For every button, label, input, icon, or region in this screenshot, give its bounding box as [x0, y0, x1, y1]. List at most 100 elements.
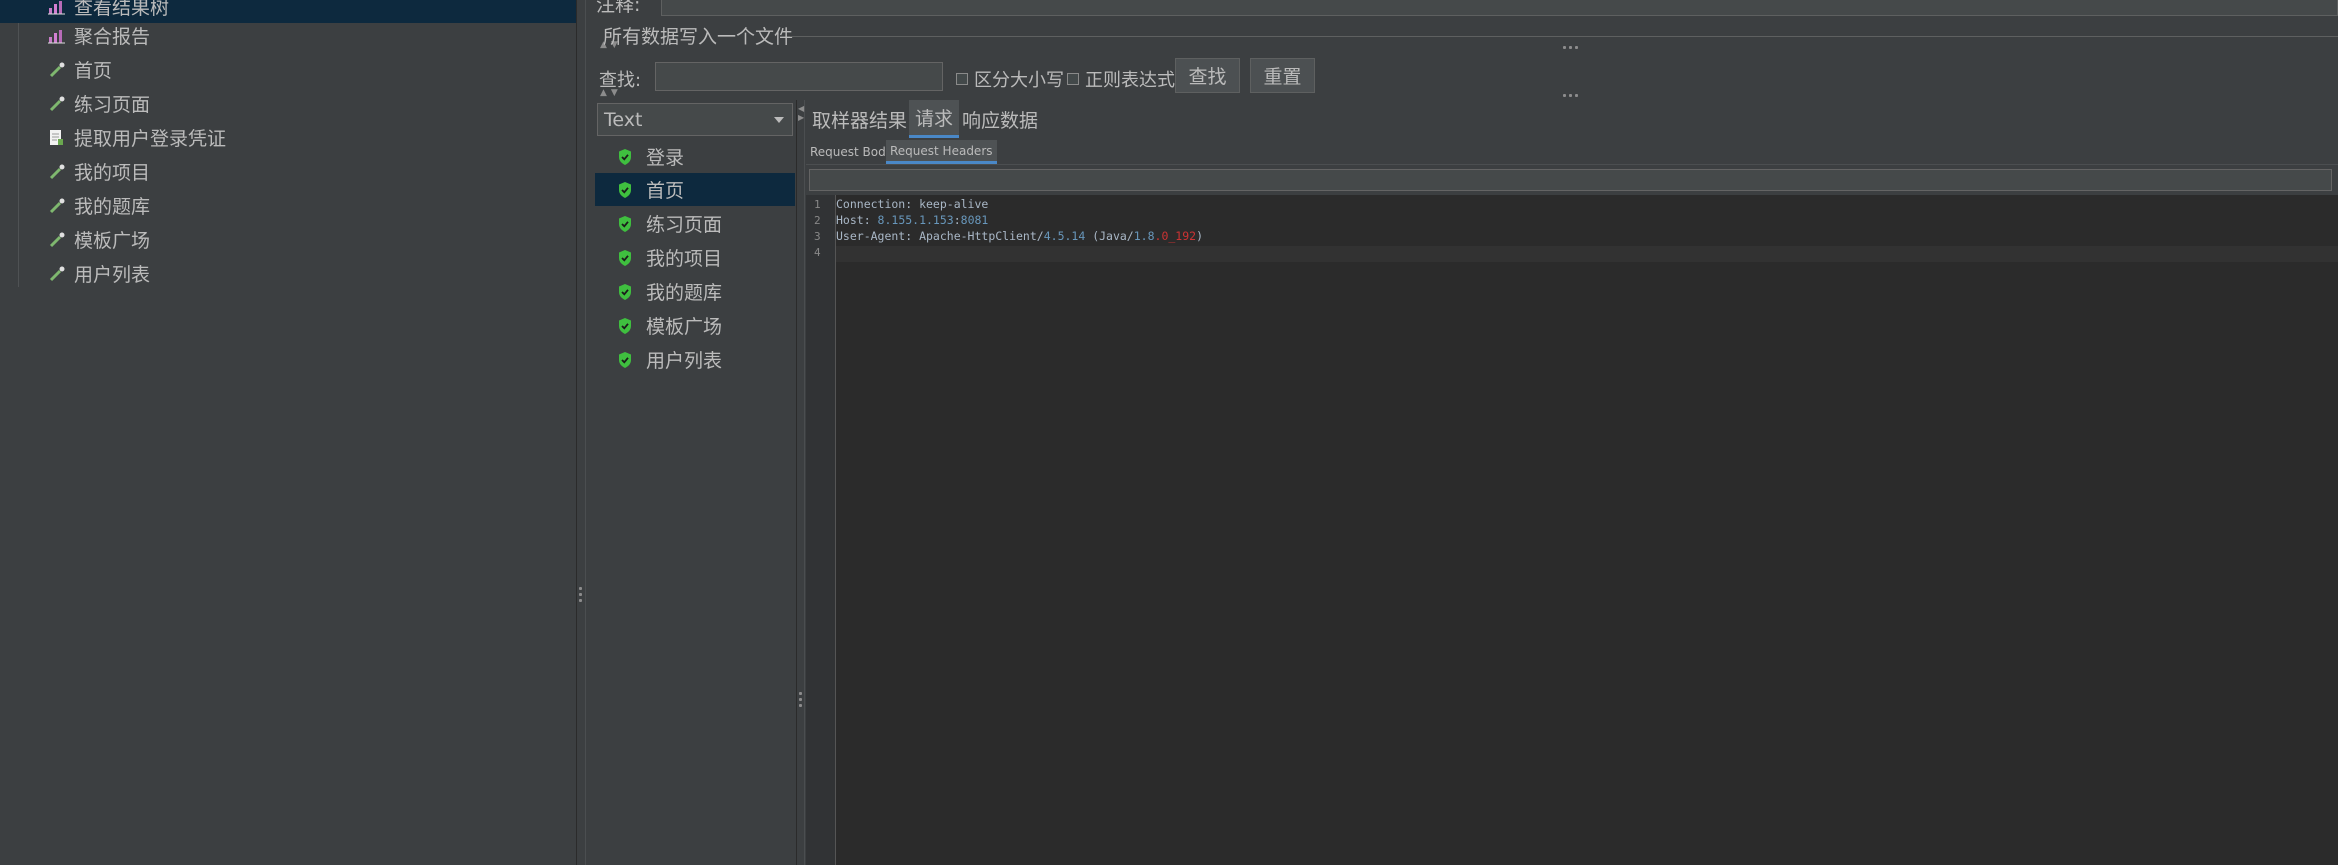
tree-item-template-square[interactable]: 模板广场: [48, 223, 575, 256]
tree-item-label: 聚合报告: [74, 26, 151, 48]
case-sensitive-label: 区分大小写: [974, 70, 1064, 91]
result-item-my-projects[interactable]: 我的项目: [595, 241, 795, 274]
result-item-practice-page[interactable]: 练习页面: [595, 207, 795, 240]
tree-item-label: 练习页面: [74, 94, 151, 116]
pipette-icon: [48, 263, 74, 285]
line-number: 4: [814, 246, 821, 259]
tree-item-practice-page[interactable]: 练习页面: [48, 87, 575, 120]
shield-check-icon: [617, 317, 635, 335]
tree-item-label: 首页: [74, 60, 113, 82]
host-colon: :: [953, 213, 961, 227]
tab-sampler-result[interactable]: 取样器结果: [806, 100, 913, 138]
subtab-divider: [806, 164, 2338, 165]
divider-grip-icon[interactable]: [1563, 46, 1578, 49]
closing-paren: ): [1196, 229, 1203, 243]
shield-check-icon: [617, 249, 635, 267]
tree-item-my-question-bank[interactable]: 我的题库: [48, 189, 575, 222]
current-line-highlight: [836, 246, 2338, 262]
tab-request[interactable]: 请求: [909, 100, 960, 138]
line-number: 3: [814, 230, 821, 243]
splitter-grip-icon: [579, 587, 582, 602]
legend-border: [790, 36, 2338, 37]
result-item-label: 我的题库: [646, 282, 723, 304]
tree-item-aggregate-report[interactable]: 聚合报告: [48, 19, 575, 52]
header-text: Connection: keep-alive: [836, 197, 989, 211]
headers-editor[interactable]: [806, 195, 2338, 865]
left-splitter[interactable]: [576, 0, 586, 865]
checkbox-box[interactable]: [1067, 73, 1079, 85]
case-sensitive-checkbox[interactable]: 区分大小写: [956, 66, 1064, 92]
subtab-request-headers[interactable]: Request Headers: [886, 140, 997, 164]
result-item-label: 登录: [646, 147, 685, 169]
renderer-value: Text: [604, 108, 643, 131]
pipette-icon: [48, 195, 74, 217]
comment-label: 注释:: [596, 0, 641, 16]
pipette-icon: [48, 59, 74, 81]
client-version: 4.5.14: [1043, 229, 1086, 243]
divider-grip-icon[interactable]: [1563, 94, 1578, 97]
test-plan-tree: 查看结果树 聚合报告 首页 练习页面 提取用户登录凭证 我的项目 我的题库 模板…: [0, 0, 576, 865]
graph-icon: [48, 0, 74, 18]
java-version: 1.8: [1133, 229, 1155, 243]
result-item-label: 模板广场: [646, 316, 723, 338]
java-update: .0_192: [1154, 229, 1197, 243]
subtab-request-body[interactable]: Request Body: [806, 140, 897, 164]
write-all-to-file-legend: 所有数据写入一个文件: [603, 26, 794, 48]
result-item-home[interactable]: 首页: [595, 173, 795, 206]
result-item-template-square[interactable]: 模板广场: [595, 309, 795, 342]
result-item-login[interactable]: 登录: [595, 140, 795, 173]
java-label: (Java/: [1085, 229, 1134, 243]
header-key: Host:: [836, 213, 878, 227]
host-port: 8081: [960, 213, 989, 227]
results-splitter[interactable]: ◀ ▶: [796, 100, 805, 865]
graph-icon: [48, 25, 74, 47]
tree-item-label: 提取用户登录凭证: [74, 128, 227, 150]
result-item-my-question-bank[interactable]: 我的题库: [595, 275, 795, 308]
tree-item-label: 用户列表: [74, 264, 151, 286]
tree-item-label: 模板广场: [74, 230, 151, 252]
tab-response-data[interactable]: 响应数据: [956, 100, 1044, 138]
search-input[interactable]: [655, 62, 943, 91]
comment-field[interactable]: [661, 0, 2338, 16]
tree-item-user-list[interactable]: 用户列表: [48, 257, 575, 290]
result-item-label: 我的项目: [646, 248, 723, 270]
result-item-user-list[interactable]: 用户列表: [595, 343, 795, 376]
collapse-arrows-icon[interactable]: ◀ ▶: [798, 104, 804, 122]
splitter-grip-icon: [799, 692, 802, 707]
regex-label: 正则表达式: [1085, 70, 1175, 91]
reset-button[interactable]: 重置: [1250, 58, 1315, 93]
tree-item-home[interactable]: 首页: [48, 53, 575, 86]
tree-item-label: 查看结果树: [74, 0, 170, 19]
result-item-label: 用户列表: [646, 350, 723, 372]
shield-check-icon: [617, 283, 635, 301]
tree-item-label: 我的项目: [74, 162, 151, 184]
pipette-icon: [48, 161, 74, 183]
checkbox-box[interactable]: [956, 73, 968, 85]
tree-item-extract-credentials[interactable]: 提取用户登录凭证: [48, 121, 575, 154]
header-line-host: Host: 8.155.1.153:8081: [836, 213, 988, 227]
header-key: User-Agent: Apache-HttpClient/: [836, 229, 1044, 243]
host-ip: 8.155.1.153: [877, 213, 954, 227]
tree-item-label: 我的题库: [74, 196, 151, 218]
pipette-icon: [48, 93, 74, 115]
collapse-arrows-icon[interactable]: ▲▼: [600, 88, 622, 98]
editor-search-field[interactable]: [809, 169, 2332, 191]
line-number-gutter: [806, 195, 836, 865]
chevron-down-icon: [774, 117, 784, 123]
line-number: 2: [814, 214, 821, 227]
shield-check-icon: [617, 351, 635, 369]
regex-checkbox[interactable]: 正则表达式: [1067, 66, 1175, 92]
document-icon: [48, 127, 74, 149]
header-line-connection: Connection: keep-alive: [836, 197, 988, 211]
line-number: 1: [814, 198, 821, 211]
header-line-user-agent: User-Agent: Apache-HttpClient/4.5.14 (Ja…: [836, 229, 1203, 243]
result-item-label: 练习页面: [646, 214, 723, 236]
shield-check-icon: [617, 181, 635, 199]
pipette-icon: [48, 229, 74, 251]
find-button[interactable]: 查找: [1175, 58, 1240, 93]
renderer-select[interactable]: Text: [597, 103, 793, 136]
shield-check-icon: [617, 215, 635, 233]
shield-check-icon: [617, 148, 635, 166]
tree-item-my-projects[interactable]: 我的项目: [48, 155, 575, 188]
result-item-label: 首页: [646, 180, 685, 202]
